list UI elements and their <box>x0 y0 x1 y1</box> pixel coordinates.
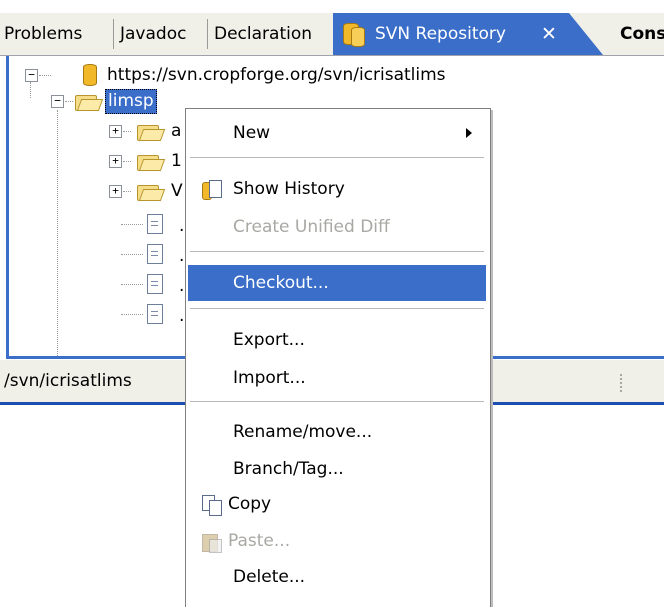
collapse-icon[interactable]: − <box>51 95 64 108</box>
file-label: . <box>179 276 185 296</box>
repository-url: https://svn.cropforge.org/svn/icrisatlim… <box>107 65 446 85</box>
open-folder-icon <box>137 123 166 141</box>
file-icon <box>147 274 163 294</box>
tree-connector <box>121 314 143 315</box>
menu-item-show-history[interactable]: Show History <box>188 171 486 207</box>
file-label: . <box>179 306 185 326</box>
tree-connector <box>39 75 51 76</box>
folder-label: 1 <box>171 151 182 171</box>
tab-svn-repository-label: SVN Repository <box>375 24 506 44</box>
tree-connector <box>123 131 131 132</box>
menu-item-rename-move[interactable]: Rename/move... <box>188 414 486 450</box>
tab-javadoc[interactable]: Javadoc <box>120 15 186 53</box>
resize-grip-icon[interactable] <box>620 374 625 392</box>
tab-divider <box>113 19 114 49</box>
file-label: . <box>179 246 185 266</box>
file-icon <box>147 214 163 234</box>
menu-item-create-unified-diff[interactable]: Create Unified Diff <box>188 209 486 245</box>
expand-icon[interactable]: + <box>109 185 122 198</box>
menu-item-export[interactable]: Export... <box>188 322 486 358</box>
tree-guide-line <box>57 110 58 356</box>
collapse-icon[interactable]: − <box>25 69 38 82</box>
tree-connector <box>121 284 143 285</box>
menu-item-label: Rename/move... <box>233 422 373 442</box>
open-folder-icon <box>137 183 166 201</box>
menu-item-label: Show History <box>233 179 345 199</box>
file-icon <box>147 304 163 324</box>
open-folder-icon <box>75 93 104 111</box>
menu-item-new[interactable]: New <box>188 115 486 151</box>
submenu-arrow-icon <box>466 128 472 138</box>
repository-icon-overlay <box>351 27 365 47</box>
file-icon <box>147 244 163 264</box>
menu-item-delete[interactable]: Delete... <box>188 559 486 595</box>
menu-item-paste[interactable]: Paste... <box>188 523 486 559</box>
menu-item-label: Delete... <box>233 567 306 587</box>
menu-item-checkout[interactable]: Checkout... <box>188 265 486 301</box>
tree-connector <box>65 101 73 102</box>
paste-icon <box>202 532 222 553</box>
tree-node-repository-root[interactable]: − https://svn.cropforge.org/svn/icrisatl… <box>23 62 623 88</box>
tree-connector <box>121 224 143 225</box>
expand-icon[interactable]: + <box>109 155 122 168</box>
menu-separator <box>190 401 484 403</box>
tree-connector <box>123 161 131 162</box>
tab-divider <box>207 19 208 49</box>
close-icon[interactable]: ✕ <box>541 13 557 55</box>
tab-problems[interactable]: Problems <box>4 15 82 53</box>
selected-folder-label: limsp <box>105 89 157 114</box>
menu-item-branch-tag[interactable]: Branch/Tag... <box>188 451 486 487</box>
menu-item-label: Import... <box>233 368 306 388</box>
menu-item-label: New <box>233 123 271 143</box>
tree-node-folder[interactable]: + V <box>107 178 197 204</box>
folder-label: a <box>171 121 182 141</box>
folder-label: V <box>171 181 183 201</box>
repository-icon <box>83 64 97 86</box>
menu-separator <box>190 308 484 310</box>
view-tab-bar: Problems Javadoc Declaration SVN Reposit… <box>0 13 664 56</box>
menu-item-label: Paste... <box>228 531 291 551</box>
menu-item-label: Copy <box>228 494 272 514</box>
tree-node-folder[interactable]: + a <box>107 118 197 144</box>
file-label: . <box>179 216 185 236</box>
context-menu: New Show History Create Unified Diff Che… <box>185 108 491 607</box>
history-icon <box>202 180 222 200</box>
menu-item-label: Checkout... <box>233 273 329 293</box>
status-path: /svn/icrisatlims <box>4 371 132 391</box>
menu-item-label: Export... <box>233 330 305 350</box>
tab-declaration[interactable]: Declaration <box>214 15 312 53</box>
open-folder-icon <box>137 153 166 171</box>
menu-item-import[interactable]: Import... <box>188 360 486 396</box>
menu-separator <box>190 251 484 253</box>
menu-item-copy[interactable]: Copy <box>188 486 486 522</box>
tab-svn-repository[interactable]: SVN Repository ✕ <box>333 13 603 55</box>
tab-console[interactable]: Cons <box>620 15 664 53</box>
tree-connector <box>123 191 131 192</box>
menu-separator <box>190 157 484 159</box>
menu-item-label: Branch/Tag... <box>233 459 344 479</box>
tree-connector <box>121 254 143 255</box>
menu-item-label: Create Unified Diff <box>233 217 390 237</box>
tree-node-folder[interactable]: + 1 <box>107 148 197 174</box>
expand-icon[interactable]: + <box>109 125 122 138</box>
copy-icon <box>202 495 222 516</box>
